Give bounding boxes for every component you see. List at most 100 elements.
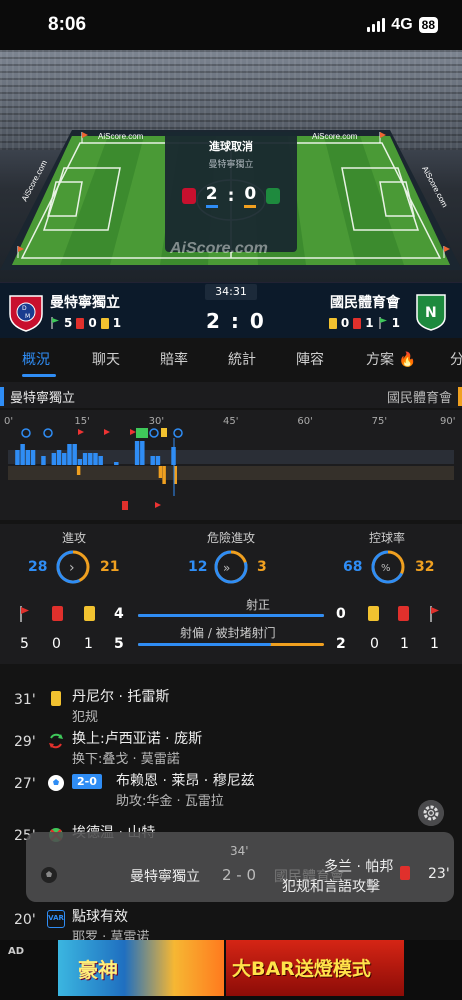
home-pressure-bar [25, 450, 31, 465]
possession-ring: % [371, 550, 405, 584]
danger-away: 3 [257, 559, 267, 575]
board-right: AiScore.com [312, 132, 358, 141]
yellow-card-icon [47, 690, 65, 708]
watermark: AiScore.com [170, 240, 268, 257]
active-tab-indicator [22, 374, 56, 377]
timeline-tick: 0' [4, 416, 13, 427]
timeline-tick: 75' [372, 416, 387, 427]
goal-icon [149, 428, 159, 438]
tab-chat[interactable]: 聊天 [92, 349, 120, 369]
yellow-card-icon [100, 317, 109, 329]
timeline-tick: 60' [297, 416, 312, 427]
tab-statistics[interactable]: 統計 [228, 349, 256, 369]
gear-icon[interactable] [418, 800, 444, 826]
red-card-icon [122, 501, 128, 510]
momentum-timeline: 0' 15' 30' 45' 60' 75' 90' [0, 410, 462, 520]
timeline-tick: 15' [74, 416, 89, 427]
toast-reason: 犯规和言語攻擊 [282, 879, 380, 895]
fire-icon: 🔥 [398, 352, 416, 368]
event-minute: 31' [14, 692, 36, 708]
match-clock: 34:31 [205, 284, 257, 300]
home-pressure-bar [20, 444, 25, 465]
goal-card-score: 2 : 0 [165, 184, 297, 208]
timeline-tick: 30' [149, 416, 164, 427]
toast-home-team: 曼特寧獨立 [130, 869, 200, 885]
away-pressure-bar [158, 466, 163, 478]
shots-off-label: 射偏 / 被封堵射门 [180, 626, 276, 640]
home-red-count: 0 [52, 636, 61, 652]
red-card-icon [398, 606, 409, 621]
red-card-icon [52, 606, 63, 621]
home-pressure-bar [15, 450, 20, 465]
away-team-name[interactable]: 國民體育會 [330, 292, 400, 312]
event-score-badge: 2-0 [72, 774, 102, 789]
attack-home: 28 [28, 559, 48, 575]
shots-off-bar [138, 643, 324, 646]
corner-flag-icon [51, 317, 59, 329]
timeline-events-bottom [122, 501, 161, 510]
event-sub-out: 换下:叠戈 · 莫雷諾 [72, 752, 180, 767]
corner-flag-icon [78, 429, 84, 435]
goal-icon [173, 428, 183, 438]
ad-banner[interactable]: AD 豪神 大BAR送燈模式 [0, 940, 462, 1000]
tab-overview[interactable]: 概況 [22, 349, 50, 369]
red-card-icon [76, 317, 85, 329]
home-pressure-bar [82, 453, 88, 465]
tab-predictions[interactable]: 方案 🔥 [366, 349, 416, 369]
tab-more[interactable]: 分 [450, 349, 462, 369]
score-header: D M 曼特寧獨立 5 0 1 34:31 2 : 0 國民體育會 0 1 1 … [0, 282, 462, 338]
possession-label: 控球率 [368, 531, 405, 545]
home-corners-count: 5 [20, 636, 29, 652]
event-var-result: 點球有效 [72, 909, 128, 925]
away-pressure-bar [162, 466, 166, 484]
svg-text:N: N [425, 305, 437, 321]
battery-icon: 88 [418, 17, 438, 33]
tab-predictions-label: 方案 [366, 352, 394, 368]
shots-on-away: 0 [336, 606, 346, 622]
shots-off-away: 2 [336, 636, 346, 652]
home-pressure-bar [114, 462, 119, 465]
yellow-card-icon [161, 428, 167, 437]
score-separator: : [227, 186, 235, 206]
away-corners-count: 1 [430, 636, 439, 652]
away-team-crest-icon: N [416, 294, 446, 331]
home-crest-icon [181, 188, 196, 204]
away-red-count: 1 [400, 636, 409, 652]
timeline-team-labels: 曼特寧獨立 國民體育會 [0, 382, 462, 408]
board-left: AiScore.com [98, 132, 144, 141]
ad-image-left[interactable]: 豪神 [58, 940, 224, 996]
home-team-crest-icon: D M [9, 295, 43, 332]
shots-on-bar [138, 614, 324, 617]
event-minute: 29' [14, 734, 36, 750]
danger-attack-label: 危險進攻 [206, 531, 255, 545]
ad-left-text: 豪神 [78, 958, 118, 982]
goal-card-team: 曼特寧獨立 [208, 160, 254, 170]
home-pressure-bar [150, 456, 155, 465]
tab-lineups[interactable]: 陣容 [296, 349, 324, 369]
chevron-right-icon: › [69, 560, 75, 576]
goal-icon [48, 775, 64, 791]
var-icon: VAR [47, 910, 65, 928]
tab-odds[interactable]: 賠率 [160, 349, 188, 369]
clock: 8:06 [48, 14, 87, 35]
home-yellow-cards: 1 [112, 316, 122, 330]
attack-label: 進攻 [61, 531, 86, 545]
goal-icon [43, 428, 53, 438]
ad-image-right[interactable]: 大BAR送燈模式 [226, 940, 404, 996]
status-bar: 8:06 4G 88 [0, 0, 462, 50]
red-card-icon [353, 317, 362, 329]
goal-card-home-score: 2 [205, 184, 218, 208]
event-notification[interactable]: 34' 曼特寧獨立 2 - 0 國民體育會 多兰 · 帕邦 犯规和言語攻擊 23… [26, 832, 454, 902]
yellow-card-icon [328, 317, 337, 329]
yellow-card-icon [84, 606, 95, 621]
shots-on-label: 射正 [246, 598, 271, 612]
yellow-card-icon [368, 606, 379, 621]
home-team-name[interactable]: 曼特寧獨立 [50, 292, 120, 312]
shots-off-home: 5 [114, 636, 124, 652]
network-label: 4G [391, 16, 413, 33]
corner-flag-icon [20, 606, 29, 622]
attack-ring: › [56, 550, 90, 584]
stadium-view: AiScore.com AiScore.com AiScore.com AiSc… [0, 50, 462, 282]
home-pressure-bar [56, 450, 62, 465]
goal-card-away-score: 0 [244, 184, 257, 208]
